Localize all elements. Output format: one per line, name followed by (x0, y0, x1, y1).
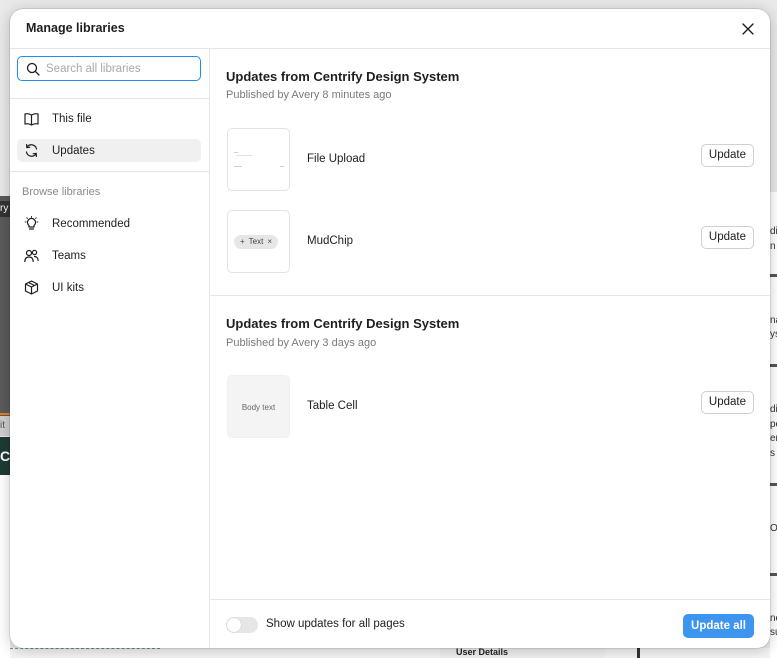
canvas-label: ry (0, 201, 10, 217)
canvas-right-text: di (770, 226, 777, 237)
update-button[interactable]: Update (700, 391, 754, 414)
close-icon: × (267, 237, 273, 246)
refresh-icon (23, 143, 39, 159)
canvas-right-text: ere (770, 433, 777, 444)
canvas-grey-block: it (0, 416, 10, 436)
book-icon (23, 111, 39, 127)
component-thumbnail: Body text (227, 375, 290, 438)
canvas-right-text: na (770, 315, 777, 326)
component-name: Table Cell (307, 400, 358, 412)
updates-panel: Updates from Centrify Design System Publ… (210, 49, 770, 599)
thumbnail-mark (280, 166, 284, 167)
group-subtitle: Published by Avery 3 days ago (226, 337, 377, 349)
canvas-right-text: pe (770, 419, 777, 430)
component-row-table-cell: Body text Table Cell Update (210, 375, 770, 439)
chip-text: Text (248, 237, 264, 246)
sidebar-item-label: Teams (52, 249, 86, 262)
group-title: Updates from Centrify Design System (226, 316, 460, 331)
sidebar: This file Updates Browse libraries Recom… (10, 49, 210, 648)
sidebar-item-label: Recommended (52, 217, 130, 230)
component-thumbnail (227, 128, 290, 191)
canvas-right-bar (770, 364, 777, 367)
thumbnail-mark (236, 155, 252, 156)
browse-libraries-heading: Browse libraries (22, 186, 101, 198)
sidebar-item-label: This file (52, 112, 92, 125)
update-button[interactable]: Update (700, 226, 754, 249)
canvas-teal-block: C (0, 437, 10, 475)
thumbnail-text: Body text (241, 403, 276, 412)
canvas-right-text: ys (770, 329, 777, 340)
sidebar-item-recommended[interactable]: Recommended (17, 212, 201, 235)
show-all-pages-toggle[interactable] (226, 617, 258, 633)
package-icon (23, 280, 39, 296)
canvas-right-text: s (770, 448, 775, 459)
sidebar-divider (10, 98, 209, 99)
canvas-bottom-dashed (10, 648, 160, 657)
chip-preview: + Text × (234, 235, 279, 249)
canvas-right-bar (770, 274, 777, 277)
sidebar-item-this-file[interactable]: This file (17, 107, 201, 130)
canvas-right-bar (770, 483, 777, 486)
toggle-knob (227, 618, 241, 632)
close-icon (742, 23, 754, 35)
canvas-frame-label: User Details (456, 647, 509, 657)
update-button[interactable]: Update (700, 144, 754, 167)
component-row-file-upload: File Upload Update (210, 128, 770, 192)
component-name: File Upload (307, 153, 366, 165)
toggle-label: Show updates for all pages (266, 618, 405, 630)
thumbnail-mark (234, 152, 238, 153)
canvas-right-text: di (770, 404, 777, 415)
search-icon (26, 62, 40, 76)
close-button[interactable] (738, 19, 758, 39)
update-all-button[interactable]: Update all (683, 614, 754, 638)
canvas-right-bar (770, 573, 777, 576)
component-name: MudChip (307, 235, 354, 247)
canvas-right-text: n t (770, 241, 777, 252)
sidebar-divider (10, 171, 209, 172)
canvas-right-text: ne (770, 613, 777, 624)
thumbnail-mark (234, 166, 242, 167)
library-update-group: Updates from Centrify Design System Publ… (210, 49, 770, 296)
search-field[interactable] (17, 56, 201, 81)
sidebar-item-ui-kits[interactable]: UI kits (17, 276, 201, 299)
canvas-right-text: Or (770, 523, 777, 534)
group-title: Updates from Centrify Design System (226, 69, 460, 84)
component-thumbnail: + Text × (227, 210, 290, 273)
canvas-frame-dark (0, 196, 10, 416)
canvas-selection-line (0, 413, 10, 415)
modal-footer: Show updates for all pages Update all (210, 599, 770, 648)
component-row-mudchip: + Text × MudChip Update (210, 210, 770, 274)
sidebar-item-updates[interactable]: Updates (17, 139, 201, 162)
lightbulb-icon (23, 216, 39, 232)
people-icon (23, 248, 39, 264)
modal-title: Manage libraries (26, 21, 125, 35)
sidebar-item-label: Updates (52, 144, 95, 157)
library-update-group: Updates from Centrify Design System Publ… (210, 296, 770, 496)
modal-header: Manage libraries (10, 9, 770, 49)
search-input[interactable] (44, 61, 198, 76)
group-subtitle: Published by Avery 8 minutes ago (226, 89, 392, 101)
plus-icon: + (240, 237, 245, 246)
sidebar-item-teams[interactable]: Teams (17, 244, 201, 267)
manage-libraries-modal: Manage libraries This file Updates (10, 9, 770, 648)
sidebar-item-label: UI kits (52, 281, 84, 294)
canvas-right-text: su (770, 627, 777, 638)
